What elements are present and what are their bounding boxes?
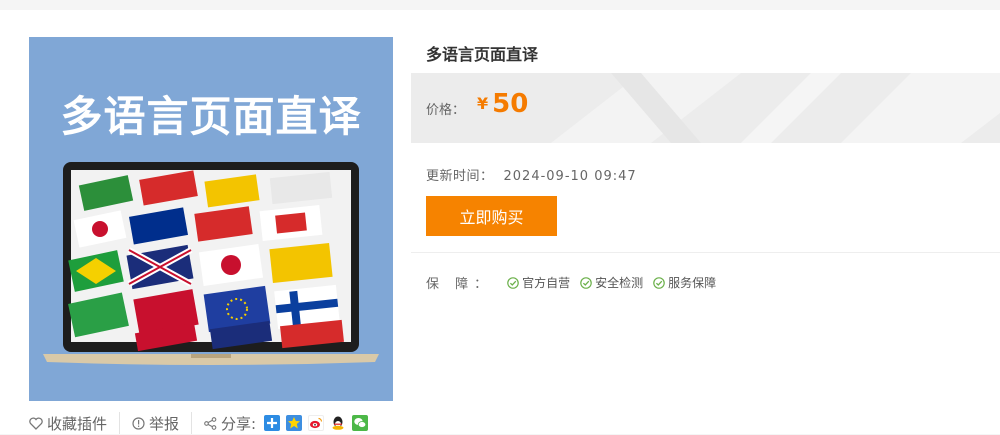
guarantee-label: 保 障： xyxy=(426,277,494,292)
qq-icon[interactable] xyxy=(330,415,347,431)
product-image: 多语言页面直译 xyxy=(29,37,393,401)
laptop-flags-illustration xyxy=(43,162,379,365)
wechat-icon[interactable] xyxy=(352,415,369,431)
weibo-icon[interactable] xyxy=(308,415,325,431)
qzone-icon[interactable] xyxy=(264,415,281,431)
guarantee-item-label: 官方自营 xyxy=(522,276,571,290)
favorite-button[interactable]: 收藏插件 xyxy=(29,413,107,434)
share-area: 分享: xyxy=(204,413,256,434)
product-gallery: 多语言页面直译 xyxy=(29,37,393,401)
guarantee-item-label: 服务保障 xyxy=(668,276,717,290)
update-time: 更新时间： 2024-09-10 09:47 xyxy=(426,165,637,184)
share-icons xyxy=(264,415,369,431)
guarantee-security: 安全检测 xyxy=(580,274,643,291)
check-circle-icon xyxy=(580,276,592,289)
report-label: 举报 xyxy=(149,414,180,433)
divider xyxy=(411,252,1000,253)
share-label: 分享: xyxy=(221,414,257,433)
report-button[interactable]: 举报 xyxy=(132,413,179,434)
guarantee-official: 官方自营 xyxy=(507,274,570,291)
action-separator xyxy=(191,412,193,434)
price-amount: 50 xyxy=(492,89,529,119)
guarantee-row: 保 障： 官方自营 安全检测 服务保障 xyxy=(426,273,716,292)
product-title: 多语言页面直译 xyxy=(426,45,539,64)
action-separator xyxy=(119,412,121,434)
price-label: 价格： xyxy=(426,103,466,118)
guarantee-item-label: 安全检测 xyxy=(595,276,644,290)
product-actions: 收藏插件 举报 分享: xyxy=(29,412,369,434)
share-icon xyxy=(204,416,217,430)
product-info: 多语言页面直译 价格： ¥50 更新时间： 2024-09-10 09:47 立即… xyxy=(411,10,1000,434)
buy-now-button[interactable]: 立即购买 xyxy=(426,196,557,236)
check-circle-icon xyxy=(653,276,665,289)
product-card: 多语言页面直译 收藏插件 举报 分享: 多语言页面直译 价格： ¥ 50 更新时… xyxy=(0,10,1000,434)
info-icon xyxy=(132,416,145,430)
star-icon[interactable] xyxy=(286,415,303,431)
image-title: 多语言页面直译 xyxy=(60,92,362,141)
heart-icon xyxy=(29,416,43,430)
currency-symbol: ¥ xyxy=(477,94,489,113)
price-value: ¥50 xyxy=(477,89,528,119)
guarantee-service: 服务保障 xyxy=(653,274,716,291)
price-box: 价格： ¥50 xyxy=(411,73,1000,143)
update-label: 更新时间： xyxy=(426,169,494,184)
check-circle-icon xyxy=(507,276,519,289)
update-value: 2024-09-10 09:47 xyxy=(503,169,637,184)
favorite-label: 收藏插件 xyxy=(47,414,108,433)
